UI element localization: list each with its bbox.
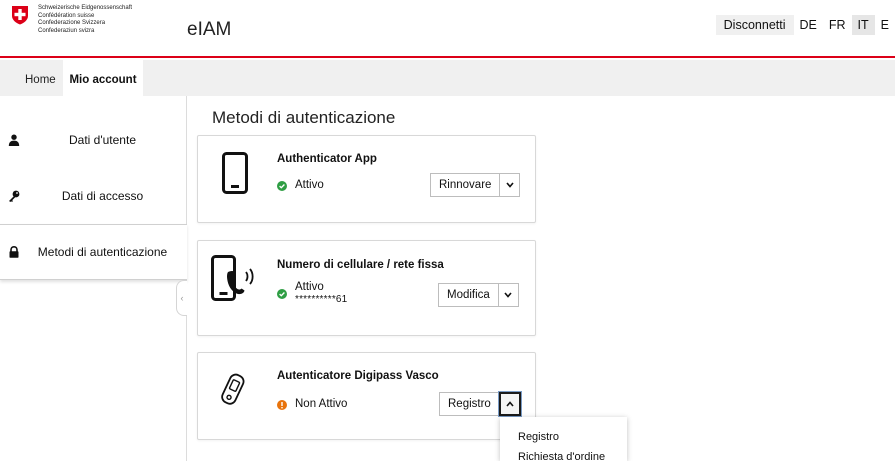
modify-button[interactable]: Modifica [438,283,499,307]
register-dropdown-toggle[interactable] [498,392,521,416]
swiss-flag-icon [12,6,28,25]
auth-method-card-digipass: Autenticatore Digipass Vasco Non Attivo … [197,352,536,440]
tab-home[interactable]: Home [25,60,56,96]
confederation-line-it: Confederazione Svizzera [38,20,106,26]
auth-method-name: Autenticatore Digipass Vasco [277,370,439,382]
digipass-token-icon [221,373,245,405]
check-circle-icon [277,181,287,191]
status-badge: Attivo **********61 [277,281,347,305]
sidebar-item-dati-utente[interactable]: Dati d'utente [0,112,187,168]
modify-dropdown-toggle[interactable] [498,283,519,307]
smartphone-icon [222,152,248,194]
menu-item-registro[interactable]: Registro [500,427,627,447]
header-actions: Disconnetti DE FR IT E [715,15,895,35]
chevron-down-icon [504,292,512,298]
chevron-down-icon [506,182,514,188]
sidebar-collapse-button[interactable]: ‹ [176,280,187,316]
renew-button[interactable]: Rinnovare [430,173,501,197]
masked-phone-number: **********61 [295,294,348,305]
language-fr[interactable]: FR [823,15,852,35]
tab-mio-account[interactable]: Mio account [63,60,143,96]
chevron-up-icon [506,401,514,407]
confederation-line-rm: Confederaziun svizra [38,27,95,34]
auth-method-name: Authenticator App [277,153,377,165]
renew-dropdown-toggle[interactable] [500,173,521,197]
status-text: Non Attivo [295,398,348,410]
sidebar-item-metodi-autenticazione[interactable]: Metodi di autenticazione [0,224,187,280]
language-en[interactable]: E [875,15,895,35]
confederation-text: Schweizerische Eidgenossenschaft Confédé… [38,5,132,35]
status-badge: Non Attivo [277,398,347,410]
language-de[interactable]: DE [794,15,823,35]
logout-button[interactable]: Disconnetti [715,15,794,35]
page-title: Metodi di autenticazione [212,108,396,127]
status-text: Attivo [295,179,324,191]
auth-method-name: Numero di cellulare / rete fissa [277,259,444,271]
register-dropdown-menu: Registro Richiesta d'ordine [500,417,627,461]
main-nav: Home Mio account [0,60,895,96]
menu-item-richiesta-ordine[interactable]: Richiesta d'ordine [500,447,627,461]
action-split-button: Rinnovare [430,173,521,197]
language-it[interactable]: IT [851,15,875,35]
auth-method-card-phone: Numero di cellulare / rete fissa Attivo … [197,240,536,336]
confederation-logo[interactable]: Schweizerische Eidgenossenschaft Confédé… [10,5,132,35]
register-button[interactable]: Registro [439,392,500,416]
alert-circle-icon [277,400,287,410]
confederation-line-fr: Confédération suisse [38,12,95,19]
status-text-block: Attivo **********61 [295,281,347,305]
sidebar-item-label: Dati di accesso [61,189,144,203]
app-header: Schweizerische Eidgenossenschaft Confédé… [0,0,895,58]
sidebar-item-label: Metodi di autenticazione [37,245,168,259]
app-title: eIAM [187,19,232,40]
action-split-button: Registro [439,392,521,416]
action-split-button: Modifica [438,283,519,307]
sidebar-item-dati-accesso[interactable]: Dati di accesso [0,168,187,224]
sidebar-item-label: Dati d'utente [68,133,136,147]
check-circle-icon [277,289,287,299]
status-text: Attivo [295,281,324,293]
status-badge: Attivo [277,179,324,191]
sidebar: Dati d'utente Dati di accesso Metodi di … [0,112,187,280]
confederation-line-de: Schweizerische Eidgenossenschaft [38,5,133,11]
auth-method-card-app: Authenticator App Attivo Rinnovare [197,135,536,223]
phone-call-icon [211,255,254,301]
